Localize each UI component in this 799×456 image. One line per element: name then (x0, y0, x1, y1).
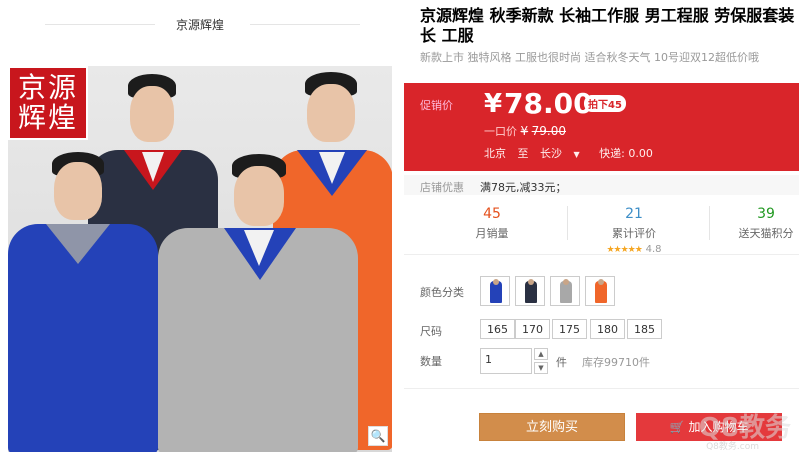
size-option-170[interactable]: 170 (515, 319, 550, 339)
monthly-sales-num: 45 (483, 206, 501, 222)
reviews-label: 累计评价 (612, 227, 656, 240)
price-panel: 促销价 ¥ 78.00 拍下45 一口价 ¥ 79.00 北京 至 长沙 ▼ 快… (404, 83, 799, 171)
rating-row: ★★★★★ 4.8 (584, 241, 684, 255)
color-swatch-navy[interactable] (515, 276, 545, 306)
quantity-unit: 件 (556, 356, 567, 369)
original-price-currency: ¥ (520, 124, 529, 138)
price-tag-badge: 拍下45 (584, 95, 626, 112)
store-promo-value: 满78元,减33元； (480, 181, 567, 194)
ship-to: 长沙 (540, 147, 562, 160)
stats-bar: 45 月销量 21 累计评价 ★★★★★ 4.8 39 送天猫积分 (404, 200, 799, 255)
brand-logo: 京源 辉煌 (8, 66, 88, 140)
size-option-175[interactable]: 175 (552, 319, 587, 339)
product-info: 京源辉煌 秋季新款 长袖工作服 男工程服 劳保服套装长 工服 新款上市 独特风格… (404, 0, 799, 456)
cart-icon: 🛒 (669, 420, 685, 434)
divider (404, 388, 799, 389)
product-title: 京源辉煌 秋季新款 长袖工作服 男工程服 劳保服套装长 工服 (420, 6, 795, 45)
ship-from: 北京 (484, 147, 506, 160)
size-label: 尺码 (420, 325, 442, 338)
stock-count: 库存99710件 (582, 356, 650, 369)
color-swatch-orange[interactable] (585, 276, 615, 306)
ship-to-label: 至 (517, 147, 529, 160)
stat-monthly-sales: 45 月销量 (442, 206, 542, 241)
size-option-185[interactable]: 185 (627, 319, 662, 339)
chevron-down-icon: ▼ (573, 150, 580, 159)
points-num: 39 (757, 206, 775, 222)
express-fee: 快递: 0.00 (599, 147, 653, 160)
original-price: 一口价 ¥ 79.00 (484, 123, 566, 139)
brand-logo-text: 京源 辉煌 (17, 71, 78, 134)
color-swatch-gray[interactable] (550, 276, 580, 306)
stat-points: 39 送天猫积分 (726, 206, 799, 241)
shipping-info: 北京 至 长沙 ▼ 快递: 0.00 (484, 145, 661, 161)
ship-to-select[interactable]: 长沙 ▼ (540, 147, 588, 160)
size-option-180[interactable]: 180 (590, 319, 625, 339)
model-gray (158, 154, 358, 452)
product-gallery: 京源辉煌 京源 辉煌 🔍 (0, 0, 400, 456)
original-price-label: 一口价 (484, 125, 517, 138)
store-name[interactable]: 京源辉煌 (0, 16, 400, 33)
original-price-value: 79.00 (531, 124, 566, 138)
zoom-icon[interactable]: 🔍 (368, 426, 388, 446)
store-promo-label: 店铺优惠 (420, 181, 464, 194)
monthly-sales-label: 月销量 (475, 227, 509, 240)
color-swatch-blue[interactable] (480, 276, 510, 306)
color-label: 颜色分类 (420, 286, 464, 299)
promo-price: 78.00 (504, 87, 593, 120)
product-image[interactable]: 京源 辉煌 🔍 (8, 66, 392, 452)
stat-reviews[interactable]: 21 累计评价 ★★★★★ 4.8 (584, 206, 684, 255)
quantity-label: 数量 (420, 355, 442, 368)
store-promo: 店铺优惠 满78元,减33元； (404, 175, 799, 195)
size-option-165[interactable]: 165 (480, 319, 515, 339)
points-label: 送天猫积分 (738, 227, 794, 240)
product-subtitle: 新款上市 独特风格 工服也很时尚 适合秋冬天气 10号迎双12超低价哦 (420, 51, 759, 64)
quantity-decrease-button[interactable]: ▼ (534, 362, 548, 374)
promo-price-label: 促销价 (420, 99, 453, 112)
watermark-sub: Q8教务.com (706, 442, 759, 452)
star-icon: ★★★★★ (606, 245, 642, 255)
model-blue (8, 152, 158, 452)
rating-score: 4.8 (645, 244, 662, 255)
price-currency: ¥ (484, 89, 503, 119)
quantity-input[interactable]: 1 (480, 348, 532, 374)
divider (709, 206, 710, 240)
reviews-num: 21 (625, 206, 643, 222)
quantity-increase-button[interactable]: ▲ (534, 348, 548, 360)
divider (567, 206, 568, 240)
buy-now-button[interactable]: 立刻购买 (479, 413, 625, 441)
